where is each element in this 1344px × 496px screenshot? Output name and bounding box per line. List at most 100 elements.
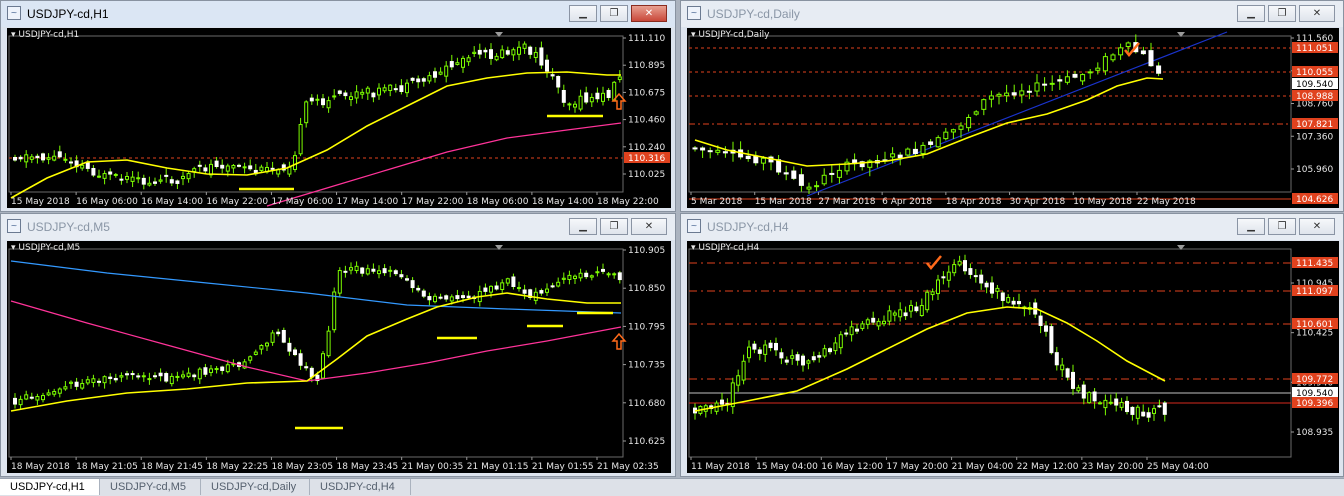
time-axis-label: 11 May 2018 [691,462,750,472]
moving-average-line [10,260,622,314]
tab-usdjpy-h4[interactable]: USDJPY-cd,H4 [310,479,411,495]
candle-body [253,351,258,355]
candle-body [988,95,994,100]
candlestick-chart[interactable]: 111.560110.160108.760107.360105.960111.0… [687,28,1339,208]
candle-body [237,164,241,167]
candle-body [747,346,751,359]
candle-body [952,264,957,274]
candle-body [1000,292,1005,301]
candle-body [102,376,107,384]
chart-window-m5[interactable]: ~ USDJPY-cd,M5 ▁ ❐ ✕ 110.905 110.850 110.7… [0,213,676,477]
chart-symbol-label: ▾ USDJPY-cd,H4 [691,243,760,253]
candle-body [790,355,795,359]
candle-body [950,129,956,133]
candlestick-chart[interactable]: 110.905 110.850 110.795 110.735 110.680 110.6… [7,241,671,473]
restore-button[interactable]: ❐ [600,5,628,22]
candle-body [136,375,141,378]
candle-body [1103,399,1108,409]
candlestick-chart[interactable]: 110.945110.425109.940108.935111.435111.0… [687,241,1339,473]
candle-body [920,144,926,154]
price-axis-label: 110.625 [628,437,665,447]
candle-body [1080,74,1086,82]
candle-body [517,287,521,290]
time-axis-label: 18 May 23:05 [271,462,333,472]
candle-body [1152,408,1156,414]
close-button[interactable]: ✕ [631,5,667,22]
candle-body [1054,352,1059,366]
price-tag-label: 110.316 [628,154,665,164]
chart-window-daily[interactable]: ~ USDJPY-cd,Daily ▁ ❐ ✕ 111.560110.16010… [680,0,1344,212]
close-button[interactable]: ✕ [1299,5,1335,22]
candle-body [811,356,816,361]
time-axis-label: 21 May 01:15 [467,462,529,472]
close-button[interactable]: ✕ [1299,218,1335,235]
price-chart[interactable]: 111.560110.160108.760107.360105.960111.0… [687,28,1339,208]
chart-window-h4[interactable]: ~ USDJPY-cd,H4 ▁ ❐ ✕ 110.945110.425109.9… [680,213,1344,477]
candle-body [141,177,146,185]
candle-body [349,267,353,271]
candle-body [472,51,477,54]
candle-body [871,317,876,323]
candle-body [550,285,555,288]
restore-button[interactable]: ❐ [1268,218,1296,235]
window-titlebar[interactable]: ~ USDJPY-cd,H1 ▁ ❐ ✕ [1,1,675,27]
price-axis-label: 110.850 [628,284,665,294]
time-axis-label: 15 May 2018 [11,197,70,207]
restore-icon: ❐ [609,8,619,19]
candle-body [511,49,516,56]
candle-body [1092,391,1097,402]
time-axis-label: 21 May 04:00 [952,462,1014,472]
candle-body [483,49,488,53]
price-chart[interactable]: 111.110 110.895 110.675 110.460 110.240 110.0… [7,28,671,208]
candle-body [231,164,236,169]
time-axis-label: 17 May 14:00 [337,197,399,207]
window-titlebar[interactable]: ~ USDJPY-cd,M5 ▁ ❐ ✕ [1,214,675,240]
candle-body [265,342,269,347]
minimize-button[interactable]: ▁ [1237,218,1265,235]
candle-body [164,174,169,177]
minimize-button[interactable]: ▁ [569,218,597,235]
price-axis-label: 110.675 [628,88,665,98]
candle-body [903,312,908,317]
minimize-button[interactable]: ▁ [569,5,597,22]
candle-body [715,149,721,153]
candle-body [753,155,759,164]
candle-body [130,176,135,182]
candle-body [919,305,924,316]
tab-usdjpy-m5[interactable]: USDJPY-cd,M5 [100,479,201,495]
price-tag-label: 111.051 [1296,44,1333,54]
restore-button[interactable]: ❐ [600,218,628,235]
restore-button[interactable]: ❐ [1268,5,1296,22]
price-tag-label: 104.626 [1296,195,1333,205]
candle-body [567,103,572,106]
candle-body [141,375,146,378]
close-button[interactable]: ✕ [631,218,667,235]
candle-body [860,323,865,329]
window-titlebar[interactable]: ~ USDJPY-cd,H4 ▁ ❐ ✕ [681,214,1343,240]
candle-body [741,360,746,381]
candle-body [1125,400,1129,413]
candle-body [136,177,141,180]
candle-body [354,265,359,272]
price-chart[interactable]: 110.945110.425109.940108.935111.435111.0… [687,241,1339,473]
tab-usdjpy-daily[interactable]: USDJPY-cd,Daily [201,479,310,495]
candle-body [601,268,605,272]
time-axis-label: 21 May 01:55 [532,462,594,472]
candle-body [821,174,827,185]
candle-body [63,386,68,390]
plot-frame [8,35,624,193]
candle-body [928,141,934,145]
candle-body [158,372,163,377]
minimize-button[interactable]: ▁ [1237,5,1265,22]
window-titlebar[interactable]: ~ USDJPY-cd,Daily ▁ ❐ ✕ [681,1,1343,27]
candle-body [1064,76,1070,83]
candle-body [1110,54,1116,61]
time-axis-label: 18 Apr 2018 [946,197,1002,207]
price-axis-label: 105.960 [1296,165,1333,175]
price-chart[interactable]: 110.905 110.850 110.795 110.735 110.680 110.6… [7,241,671,473]
candle-body [371,268,376,272]
candlestick-chart[interactable]: 111.110 110.895 110.675 110.460 110.240 110.0… [7,28,671,208]
moving-average-line [694,77,1164,167]
tab-usdjpy-h1[interactable]: USDJPY-cd,H1 [0,479,100,495]
chart-window-h1[interactable]: ~ USDJPY-cd,H1 ▁ ❐ ✕ 111.110 110.895 110.6… [0,0,676,212]
